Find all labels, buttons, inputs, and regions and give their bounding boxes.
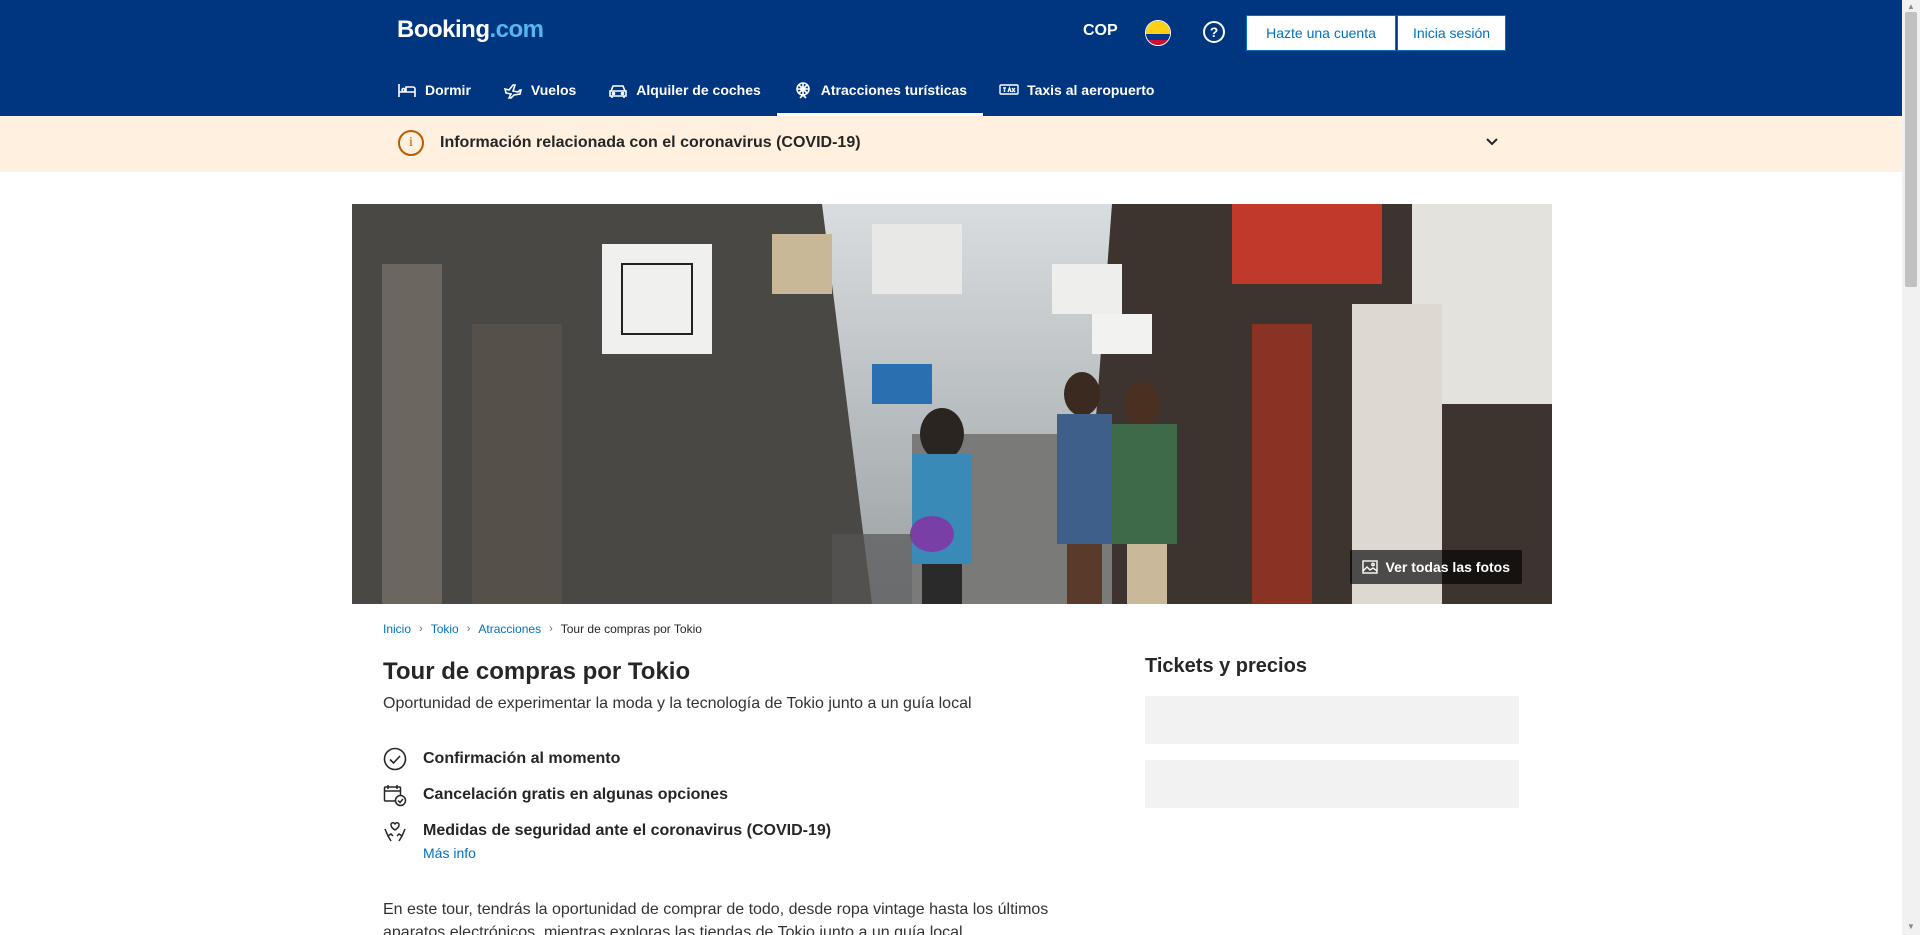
main-nav: Dormir Vuelos Alquiler de coches Atracci… [395, 67, 1170, 116]
breadcrumb: Inicio › Tokio › Atracciones › Tour de c… [383, 622, 702, 636]
feature-covid-safety: Medidas de seguridad ante el coronavirus… [383, 819, 831, 863]
breadcrumb-link-attractions[interactable]: Atracciones [478, 622, 541, 636]
nav-item-label: Dormir [425, 82, 471, 98]
ticket-placeholder [1145, 760, 1519, 808]
heart-hands-icon [384, 822, 406, 842]
covid-banner[interactable]: i Información relacionada con el coronav… [0, 116, 1902, 172]
breadcrumb-link-home[interactable]: Inicio [383, 622, 411, 636]
covid-banner-text: Información relacionada con el coronavir… [440, 134, 861, 151]
nav-item-airport-taxis[interactable]: Taxis al aeropuerto [983, 67, 1170, 113]
breadcrumb-link-city[interactable]: Tokio [431, 622, 459, 636]
feature-text: Cancelación gratis en algunas opciones [423, 786, 728, 803]
chevron-right-icon: › [419, 623, 423, 635]
login-button[interactable]: Inicia sesión [1397, 15, 1506, 51]
image-icon [1361, 560, 1378, 574]
chevron-right-icon: › [466, 623, 471, 635]
ticket-placeholder [1145, 696, 1519, 744]
register-button[interactable]: Hazte una cuenta [1246, 15, 1396, 51]
feature-text: Medidas de seguridad ante el coronavirus… [423, 822, 832, 839]
help-icon[interactable]: ? [1203, 21, 1225, 43]
nav-item-label: Vuelos [530, 82, 577, 98]
top-header: Booking.com COP ? Hazte una cuenta Inici… [0, 0, 1902, 116]
tokyo-alley-photo [352, 204, 1552, 604]
more-info-link[interactable]: Más info [423, 843, 831, 863]
scroll-down-arrow-icon[interactable]: ▼ [1906, 922, 1916, 932]
taxi-icon [999, 84, 1019, 95]
nav-item-label: Atracciones turísticas [820, 82, 968, 98]
page-title: Tour de compras por Tokio [383, 658, 691, 685]
attractions-icon [795, 82, 810, 99]
currency-selector[interactable]: COP [1083, 22, 1118, 40]
chevron-down-icon[interactable] [1484, 133, 1500, 149]
feature-text: Confirmación al momento [423, 750, 621, 767]
nav-item-label: Taxis al aeropuerto [1027, 82, 1155, 98]
tour-description: En este tour, tendrás la oportunidad de … [383, 901, 1049, 935]
check-circle-icon [383, 747, 407, 771]
view-all-photos-label: Ver todas las fotos [1385, 559, 1510, 575]
car-icon [609, 85, 628, 98]
scrollbar-thumb[interactable] [1905, 12, 1917, 287]
scroll-up-arrow-icon[interactable]: ▲ [1906, 2, 1916, 12]
bed-icon [398, 84, 416, 97]
feature-instant-confirmation: Confirmación al momento [383, 747, 620, 771]
language-flag-icon[interactable] [1145, 20, 1171, 46]
chevron-right-icon: › [549, 623, 553, 635]
info-icon: i [398, 130, 424, 156]
nav-item-attractions[interactable]: Atracciones turísticas [776, 67, 984, 116]
plane-icon [503, 84, 522, 99]
feature-free-cancellation: Cancelación gratis en algunas opciones [383, 783, 728, 807]
calendar-check-icon [383, 785, 407, 807]
tickets-section-title: Tickets y precios [1145, 655, 1307, 677]
booking-logo[interactable]: Booking.com [397, 16, 544, 44]
breadcrumb-current: Tour de compras por Tokio [560, 622, 702, 636]
page-subtitle: Oportunidad de experimentar la moda y la… [383, 695, 972, 712]
hero-image[interactable]: Ver todas las fotos [352, 204, 1552, 604]
nav-item-label: Alquiler de coches [636, 82, 761, 98]
nav-item-stays[interactable]: Dormir [395, 67, 487, 113]
nav-item-car-rental[interactable]: Alquiler de coches [592, 67, 776, 113]
view-all-photos-button[interactable]: Ver todas las fotos [1349, 550, 1522, 584]
nav-item-flights[interactable]: Vuelos [487, 67, 592, 113]
